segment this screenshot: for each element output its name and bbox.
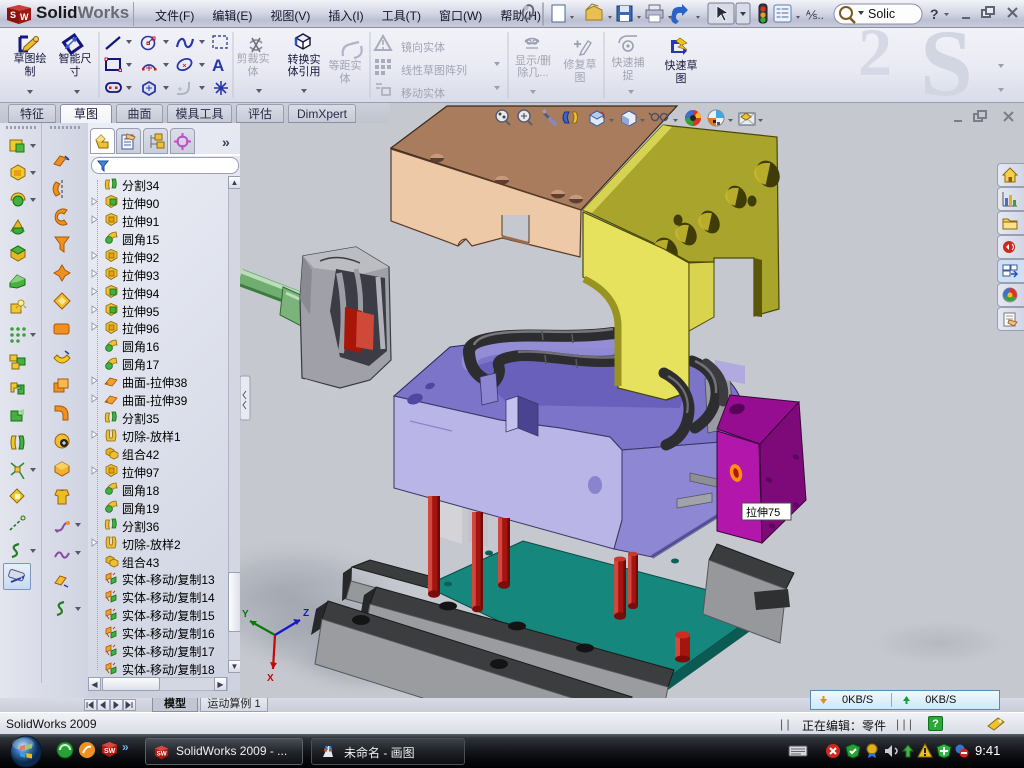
- svg-text:S: S: [920, 28, 973, 103]
- svg-text:X: X: [267, 673, 274, 684]
- svg-text:Z: Z: [303, 608, 309, 619]
- svg-text:SW: SW: [157, 751, 167, 758]
- svg-text:拉伸75: 拉伸75: [746, 505, 780, 519]
- svg-text:SW: SW: [104, 748, 116, 755]
- svg-text:2: 2: [858, 28, 892, 90]
- svg-text:S: S: [10, 10, 16, 20]
- svg-text:Solic: Solic: [868, 7, 895, 21]
- svg-text:W: W: [20, 12, 29, 22]
- svg-text:⅍..: ⅍..: [806, 8, 824, 22]
- svg-text:Y: Y: [242, 609, 249, 620]
- svg-text:A: A: [212, 56, 224, 73]
- svg-text:?: ?: [930, 6, 939, 22]
